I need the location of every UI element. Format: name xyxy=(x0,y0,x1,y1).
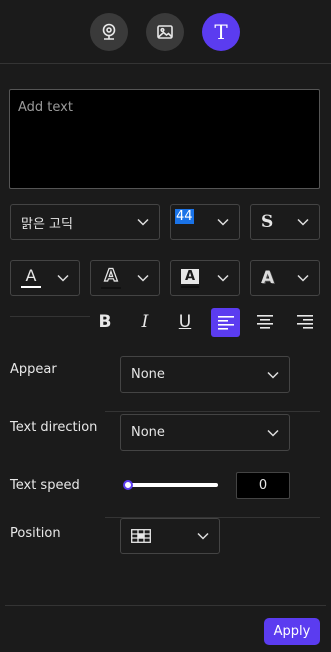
text-background-icon: A xyxy=(181,268,199,288)
webcam-tab[interactable] xyxy=(90,13,128,51)
font-family-dropdown[interactable]: 맑은 고딕 xyxy=(10,204,160,240)
bold-button[interactable]: B xyxy=(91,308,119,336)
webcam-icon xyxy=(102,23,116,40)
text-tool-icon: T xyxy=(214,20,228,44)
align-center-button[interactable] xyxy=(251,308,279,336)
format-divider xyxy=(10,316,90,317)
appear-label: Appear xyxy=(10,362,57,377)
underline-icon: U xyxy=(178,312,192,332)
text-background-button[interactable]: A xyxy=(170,260,240,296)
position-grid-icon xyxy=(131,529,151,543)
chevron-down-icon xyxy=(297,218,309,226)
footer-divider xyxy=(5,605,326,606)
text-speed-slider-track[interactable] xyxy=(127,483,218,487)
font-size-dropdown[interactable]: 44 xyxy=(170,204,240,240)
chevron-down-icon xyxy=(57,274,69,282)
chevron-down-icon xyxy=(297,274,309,282)
apply-button-label: Apply xyxy=(273,624,311,639)
text-style-value: S xyxy=(261,212,274,232)
appear-dropdown[interactable]: None xyxy=(120,356,290,393)
chevron-down-icon xyxy=(267,371,279,379)
text-direction-dropdown[interactable]: None xyxy=(120,414,290,451)
text-outline-button[interactable]: A xyxy=(90,260,160,296)
text-speed-input[interactable]: 0 xyxy=(236,472,290,499)
text-shadow-icon: A xyxy=(261,268,275,288)
text-speed-slider-handle[interactable] xyxy=(123,480,133,490)
bold-icon: B xyxy=(98,312,112,332)
align-left-icon xyxy=(217,315,234,330)
align-center-icon xyxy=(257,315,273,329)
chevron-down-icon xyxy=(217,218,229,226)
text-input-placeholder: Add text xyxy=(18,100,73,115)
italic-icon: I xyxy=(141,312,149,332)
align-right-icon xyxy=(297,315,313,329)
chevron-down-icon xyxy=(137,218,149,226)
text-direction-label: Text direction xyxy=(10,420,98,435)
apply-button[interactable]: Apply xyxy=(264,618,320,645)
underline-button[interactable]: U xyxy=(171,308,199,336)
font-size-value: 44 xyxy=(175,209,194,224)
text-shadow-button[interactable]: A xyxy=(250,260,320,296)
font-family-value: 맑은 고딕 xyxy=(21,216,73,232)
chevron-down-icon xyxy=(137,274,149,282)
chevron-down-icon xyxy=(197,532,209,540)
text-direction-value: None xyxy=(131,425,165,440)
text-speed-value: 0 xyxy=(258,478,268,493)
position-label: Position xyxy=(10,526,61,541)
image-tab[interactable] xyxy=(146,13,184,51)
chevron-down-icon xyxy=(217,274,229,282)
italic-button[interactable]: I xyxy=(131,308,159,336)
align-right-button[interactable] xyxy=(291,308,319,336)
appear-divider xyxy=(105,411,320,412)
font-color-button[interactable]: A xyxy=(10,260,80,296)
text-outline-icon: A xyxy=(101,266,121,289)
font-color-icon: A xyxy=(21,268,41,288)
top-divider xyxy=(0,63,331,64)
text-style-dropdown[interactable]: S xyxy=(250,204,320,240)
text-tab[interactable]: T xyxy=(202,13,240,51)
chevron-down-icon xyxy=(267,429,279,437)
text-input[interactable]: Add text xyxy=(9,89,320,189)
appear-value: None xyxy=(131,367,165,382)
position-dropdown[interactable] xyxy=(120,518,220,554)
align-left-button[interactable] xyxy=(211,308,240,337)
text-speed-label: Text speed xyxy=(10,478,80,493)
image-icon xyxy=(157,25,173,39)
